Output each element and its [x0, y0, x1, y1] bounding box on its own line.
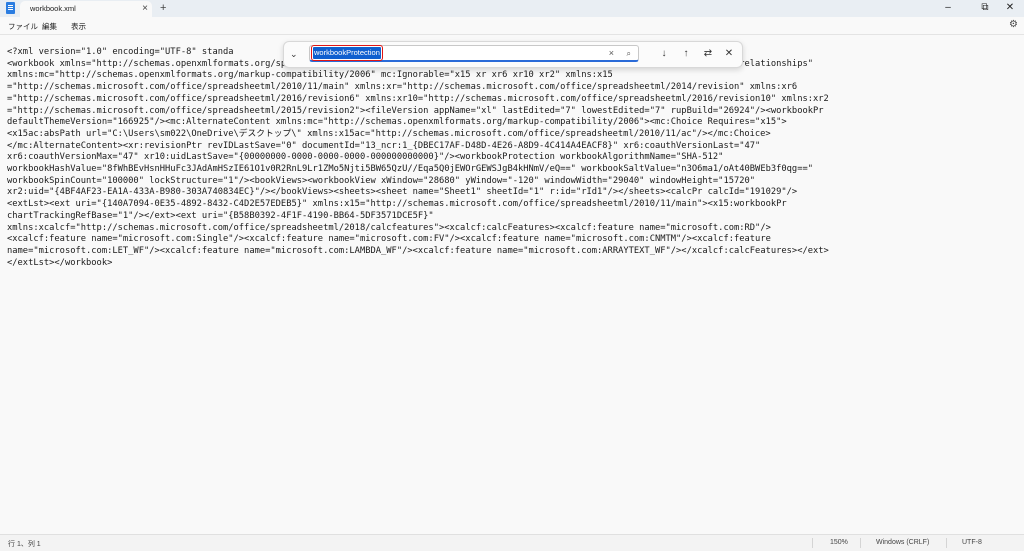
line-ending[interactable]: Windows (CRLF) — [876, 539, 929, 546]
close-find-icon[interactable]: ✕ — [721, 46, 737, 62]
tab-close-icon[interactable]: × — [142, 2, 148, 16]
close-window-icon[interactable]: ✕ — [1000, 1, 1020, 15]
expand-replace-chevron-icon[interactable]: ⌄ — [290, 46, 298, 62]
status-divider — [860, 538, 861, 548]
status-divider — [946, 538, 947, 548]
find-query-selected-text: workbookProtection — [311, 45, 383, 61]
status-divider — [812, 538, 813, 548]
find-previous-icon[interactable]: ↑ — [678, 46, 694, 62]
encoding[interactable]: UTF-8 — [962, 539, 982, 546]
editor-line: workbookHashValue="8fWhBEvHsnHHuFc3JAdAm… — [7, 164, 813, 175]
tab-label: workbook.xml — [30, 4, 76, 13]
editor-line: </extLst></workbook> — [7, 257, 113, 268]
notepad-app-icon — [6, 2, 15, 14]
editor-line: chartTrackingRefBase="1"/></ext><ext uri… — [7, 210, 434, 221]
editor-line: workbookSpinCount="100000" lockStructure… — [7, 175, 756, 186]
settings-gear-icon[interactable]: ⚙ — [1009, 18, 1018, 32]
editor-line: <?xml version="1.0" encoding="UTF-8" sta… — [7, 47, 234, 57]
editor-line: <xcalcf:feature name="microsoft.com:Sing… — [7, 234, 771, 245]
editor-line: xr6:coauthVersionMax="47" xr10:uidLastSa… — [7, 152, 724, 163]
maximize-icon[interactable]: ⧉ — [975, 1, 995, 15]
title-bar: workbook.xml × + – ⧉ ✕ — [0, 0, 1024, 17]
minimize-icon[interactable]: – — [938, 1, 958, 15]
editor-line: defaultThemeVersion="166925"/><mc:Altern… — [7, 117, 787, 128]
clear-search-icon[interactable]: × — [609, 47, 614, 60]
editor-line: ="http://schemas.microsoft.com/office/sp… — [7, 105, 824, 116]
editor-line: <x15ac:absPath url="C:\Users\sm022\OneDr… — [7, 128, 771, 139]
editor-text: <?xml version="1.0" encoding="UTF-8" sta… — [7, 47, 1017, 269]
tab-workbook-xml[interactable]: workbook.xml × — [20, 1, 152, 17]
editor-line: </mc:AlternateContent><xr:revisionPtr re… — [7, 140, 761, 151]
find-input[interactable]: workbookProtection × ⌕ — [309, 45, 639, 62]
menu-file[interactable]: ファイル — [8, 21, 38, 32]
zoom-level[interactable]: 150% — [830, 539, 848, 546]
find-options-icon[interactable]: ⇄ — [700, 46, 716, 62]
menu-view[interactable]: 表示 — [71, 21, 86, 32]
text-editor[interactable]: <?xml version="1.0" encoding="UTF-8" sta… — [0, 34, 1024, 535]
cursor-position: 行 1、列 1 — [8, 541, 41, 548]
find-next-icon[interactable]: ↓ — [656, 46, 672, 62]
search-icon[interactable]: ⌕ — [627, 47, 631, 60]
editor-line: xr2:uid="{4BF4AF23-EA1A-433A-B980-303A74… — [7, 187, 798, 198]
new-tab-icon[interactable]: + — [160, 1, 166, 15]
menu-edit[interactable]: 編集 — [42, 21, 57, 32]
status-bar: 行 1、列 1 150% Windows (CRLF) UTF-8 — [0, 534, 1024, 551]
menu-bar: ファイル 編集 表示 ⚙ — [0, 17, 1024, 34]
editor-line: ="http://schemas.microsoft.com/office/sp… — [7, 82, 798, 93]
editor-line: ="http://schemas.microsoft.com/office/sp… — [7, 93, 829, 104]
editor-line: <extLst><ext uri="{140A7094-0E35-4892-84… — [7, 199, 787, 210]
editor-line: name="microsoft.com:LET_WF"/><xcalcf:fea… — [7, 245, 829, 256]
editor-line: xmlns:mc="http://schemas.openxmlformats.… — [7, 70, 613, 81]
find-bar: ⌄ workbookProtection × ⌕ ↓ ↑ ⇄ ✕ — [283, 41, 743, 68]
editor-line: xmlns:xcalcf="http://schemas.microsoft.c… — [7, 222, 771, 233]
